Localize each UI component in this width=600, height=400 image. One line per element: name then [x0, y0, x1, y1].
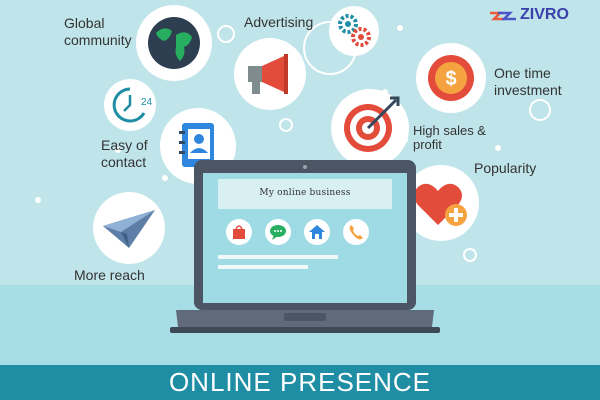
phone-icon[interactable]: [342, 218, 370, 246]
chat-icon[interactable]: [264, 218, 292, 246]
global-community-line2: community: [64, 32, 132, 48]
contact-label: Easy of contact: [101, 137, 148, 171]
sales-line1: High sales &: [413, 123, 486, 138]
screen-title: My online business: [259, 188, 351, 198]
clock-24-text: 24: [141, 97, 152, 108]
target-icon: [344, 96, 400, 152]
sales-line2: profit: [413, 137, 442, 152]
megaphone-icon: [248, 54, 288, 94]
home-icon[interactable]: [303, 218, 331, 246]
contact-line2: contact: [101, 154, 147, 170]
global-community-label: Global community: [64, 15, 132, 49]
investment-line2: investment: [494, 82, 562, 98]
advertising-label: Advertising: [244, 14, 314, 30]
svg-text:$: $: [445, 68, 456, 90]
dollar-coin-icon: $: [428, 55, 474, 101]
popularity-label: Popularity: [474, 160, 537, 176]
global-community-line1: Global: [64, 15, 105, 31]
infographic-canvas: ZIVRO Global community Advertising $ One…: [0, 0, 600, 400]
shopping-bag-icon[interactable]: [225, 218, 253, 246]
footer-title: ONLINE PRESENCE: [0, 365, 600, 400]
brand-name: ZIVRO: [520, 6, 569, 23]
reach-label: More reach: [74, 267, 145, 283]
sales-label: High sales & profit: [413, 124, 486, 152]
globe-icon: [148, 17, 200, 69]
clock-24-icon: 24: [112, 87, 152, 123]
investment-label: One time investment: [494, 65, 562, 99]
contact-line1: Easy of: [101, 137, 148, 153]
paper-plane-icon: [103, 210, 155, 248]
brand-logo-mark: [490, 11, 516, 21]
laptop: [170, 160, 440, 333]
gears-icon: [338, 14, 371, 47]
investment-line1: One time: [494, 65, 551, 81]
